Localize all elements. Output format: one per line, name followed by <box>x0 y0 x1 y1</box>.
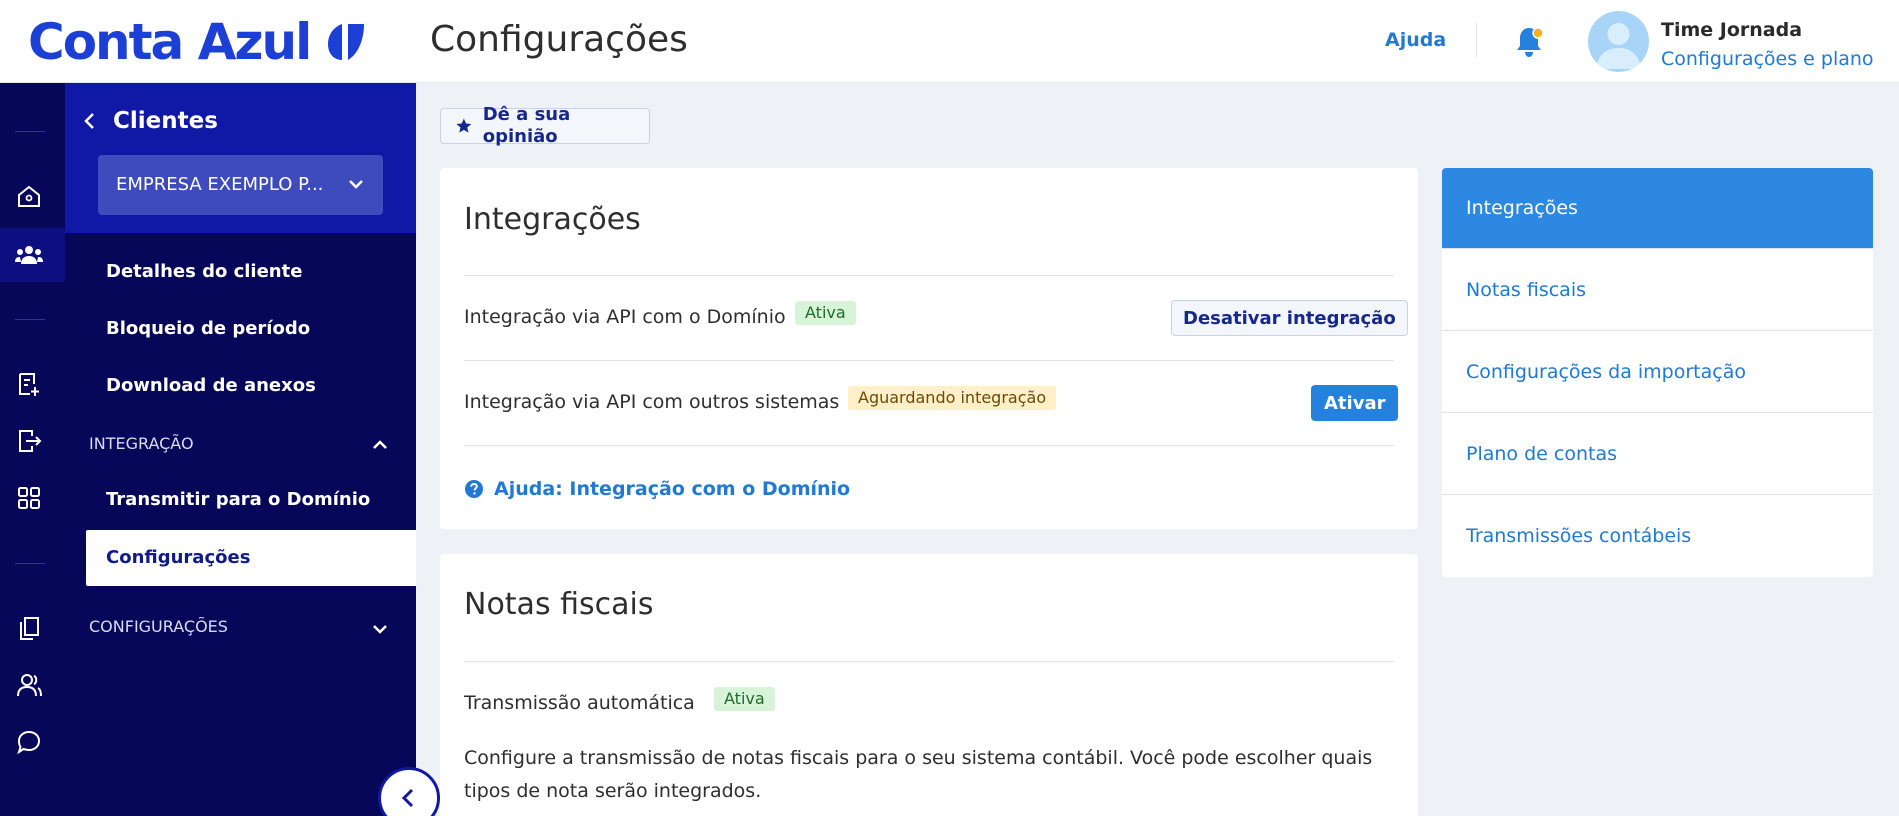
bell-icon[interactable] <box>1514 25 1544 59</box>
chevron-down-icon[interactable] <box>371 620 389 638</box>
back-to-clients[interactable]: Clientes <box>79 107 218 135</box>
section-nav-integrations[interactable]: Integrações <box>1442 168 1873 249</box>
section-nav-accounting-transmissions[interactable]: Transmissões contábeis <box>1442 495 1873 577</box>
question-circle-icon <box>465 480 483 498</box>
right-section-nav: Integrações Notas fiscais Configurações … <box>1442 168 1873 577</box>
invoice-icon[interactable] <box>15 370 43 398</box>
sidebar-item-settings-active[interactable]: Configurações <box>86 530 416 586</box>
sidebar-header: Clientes EMPRESA EXEMPLO P... <box>65 83 416 233</box>
sidebar-item-transmit-dominio[interactable]: Transmitir para o Domínio <box>106 488 370 512</box>
sidebar-item-label: Configurações <box>106 547 251 568</box>
auto-transmission-label: Transmissão automática <box>464 692 695 714</box>
section-nav-invoices[interactable]: Notas fiscais <box>1442 249 1873 331</box>
avatar[interactable] <box>1588 11 1649 72</box>
logo-text: Conta Azul <box>28 13 312 71</box>
chevron-down-icon <box>349 180 363 189</box>
help-link[interactable]: Ajuda <box>1385 28 1446 52</box>
logo[interactable]: Conta Azul <box>28 14 368 70</box>
icon-rail <box>0 83 65 816</box>
divider <box>464 360 1394 361</box>
section-nav-import-settings[interactable]: Configurações da importação <box>1442 331 1873 413</box>
settings-and-plan-link[interactable]: Configurações e plano <box>1661 47 1874 71</box>
status-badge: Ativa <box>714 687 775 711</box>
sidebar-item-period-lock[interactable]: Bloqueio de período <box>106 317 310 341</box>
activate-button[interactable]: Ativar <box>1311 385 1399 421</box>
deactivate-integration-button[interactable]: Desativar integração <box>1171 300 1408 336</box>
help-dominio-link[interactable]: Ajuda: Integração com o Domínio <box>464 477 850 501</box>
status-badge: Ativa <box>795 301 856 325</box>
person-icon[interactable] <box>15 671 43 699</box>
rail-divider <box>15 319 45 320</box>
status-badge: Aguardando integração <box>848 386 1057 410</box>
user-silhouette-icon <box>1596 23 1641 69</box>
sidebar: Clientes EMPRESA EXEMPLO P... Detalhes d… <box>65 83 416 816</box>
section-integration[interactable]: INTEGRAÇÃO <box>89 434 194 454</box>
section-settings[interactable]: CONFIGURAÇÕES <box>89 617 228 637</box>
sidebar-item-client-details[interactable]: Detalhes do cliente <box>106 260 302 284</box>
collapse-sidebar-button[interactable] <box>378 767 440 816</box>
star-icon <box>456 118 472 133</box>
chat-icon[interactable] <box>15 728 43 756</box>
feedback-label: Dê a sua opinião <box>482 104 571 147</box>
help-link-label: Ajuda: Integração com o Domínio <box>494 478 851 500</box>
invoices-description: Configure a transmissão de notas fiscais… <box>464 747 1373 802</box>
documents-icon[interactable] <box>15 614 43 642</box>
logo-mark-icon <box>328 24 365 60</box>
integrations-title: Integrações <box>464 202 641 237</box>
chevron-left-icon <box>401 788 414 808</box>
apps-icon[interactable] <box>15 484 43 512</box>
top-header: Conta Azul Configurações Ajuda Time Jorn… <box>0 0 1899 83</box>
feedback-button[interactable]: Dê a sua opinião <box>440 104 650 147</box>
divider <box>464 661 1394 662</box>
company-select[interactable]: EMPRESA EXEMPLO P... <box>98 155 383 215</box>
export-icon[interactable] <box>15 427 43 455</box>
user-name: Time Jornada <box>1661 19 1803 41</box>
chevron-left-icon <box>84 113 94 129</box>
invoices-title: Notas fiscais <box>464 587 654 622</box>
section-nav-chart-of-accounts[interactable]: Plano de contas <box>1442 413 1873 495</box>
users-icon[interactable] <box>15 241 43 269</box>
divider <box>464 445 1394 446</box>
rail-divider <box>15 131 45 132</box>
back-label: Clientes <box>113 108 218 134</box>
invoices-card: Notas fiscais Transmissão automática Ati… <box>440 554 1418 816</box>
sidebar-item-download-attachments[interactable]: Download de anexos <box>106 374 316 398</box>
page-title: Configurações <box>430 19 688 60</box>
integration-row-label: Integração via API com o Domínio <box>464 306 786 328</box>
header-divider <box>1476 22 1477 58</box>
integration-row-label: Integração via API com outros sistemas <box>464 391 840 413</box>
home-icon[interactable] <box>15 182 43 210</box>
rail-divider <box>15 563 45 564</box>
integrations-card: Integrações Integração via API com o Dom… <box>440 168 1418 529</box>
chevron-up-icon[interactable] <box>371 436 389 454</box>
company-selected: EMPRESA EXEMPLO P... <box>116 174 324 195</box>
divider <box>464 275 1394 276</box>
